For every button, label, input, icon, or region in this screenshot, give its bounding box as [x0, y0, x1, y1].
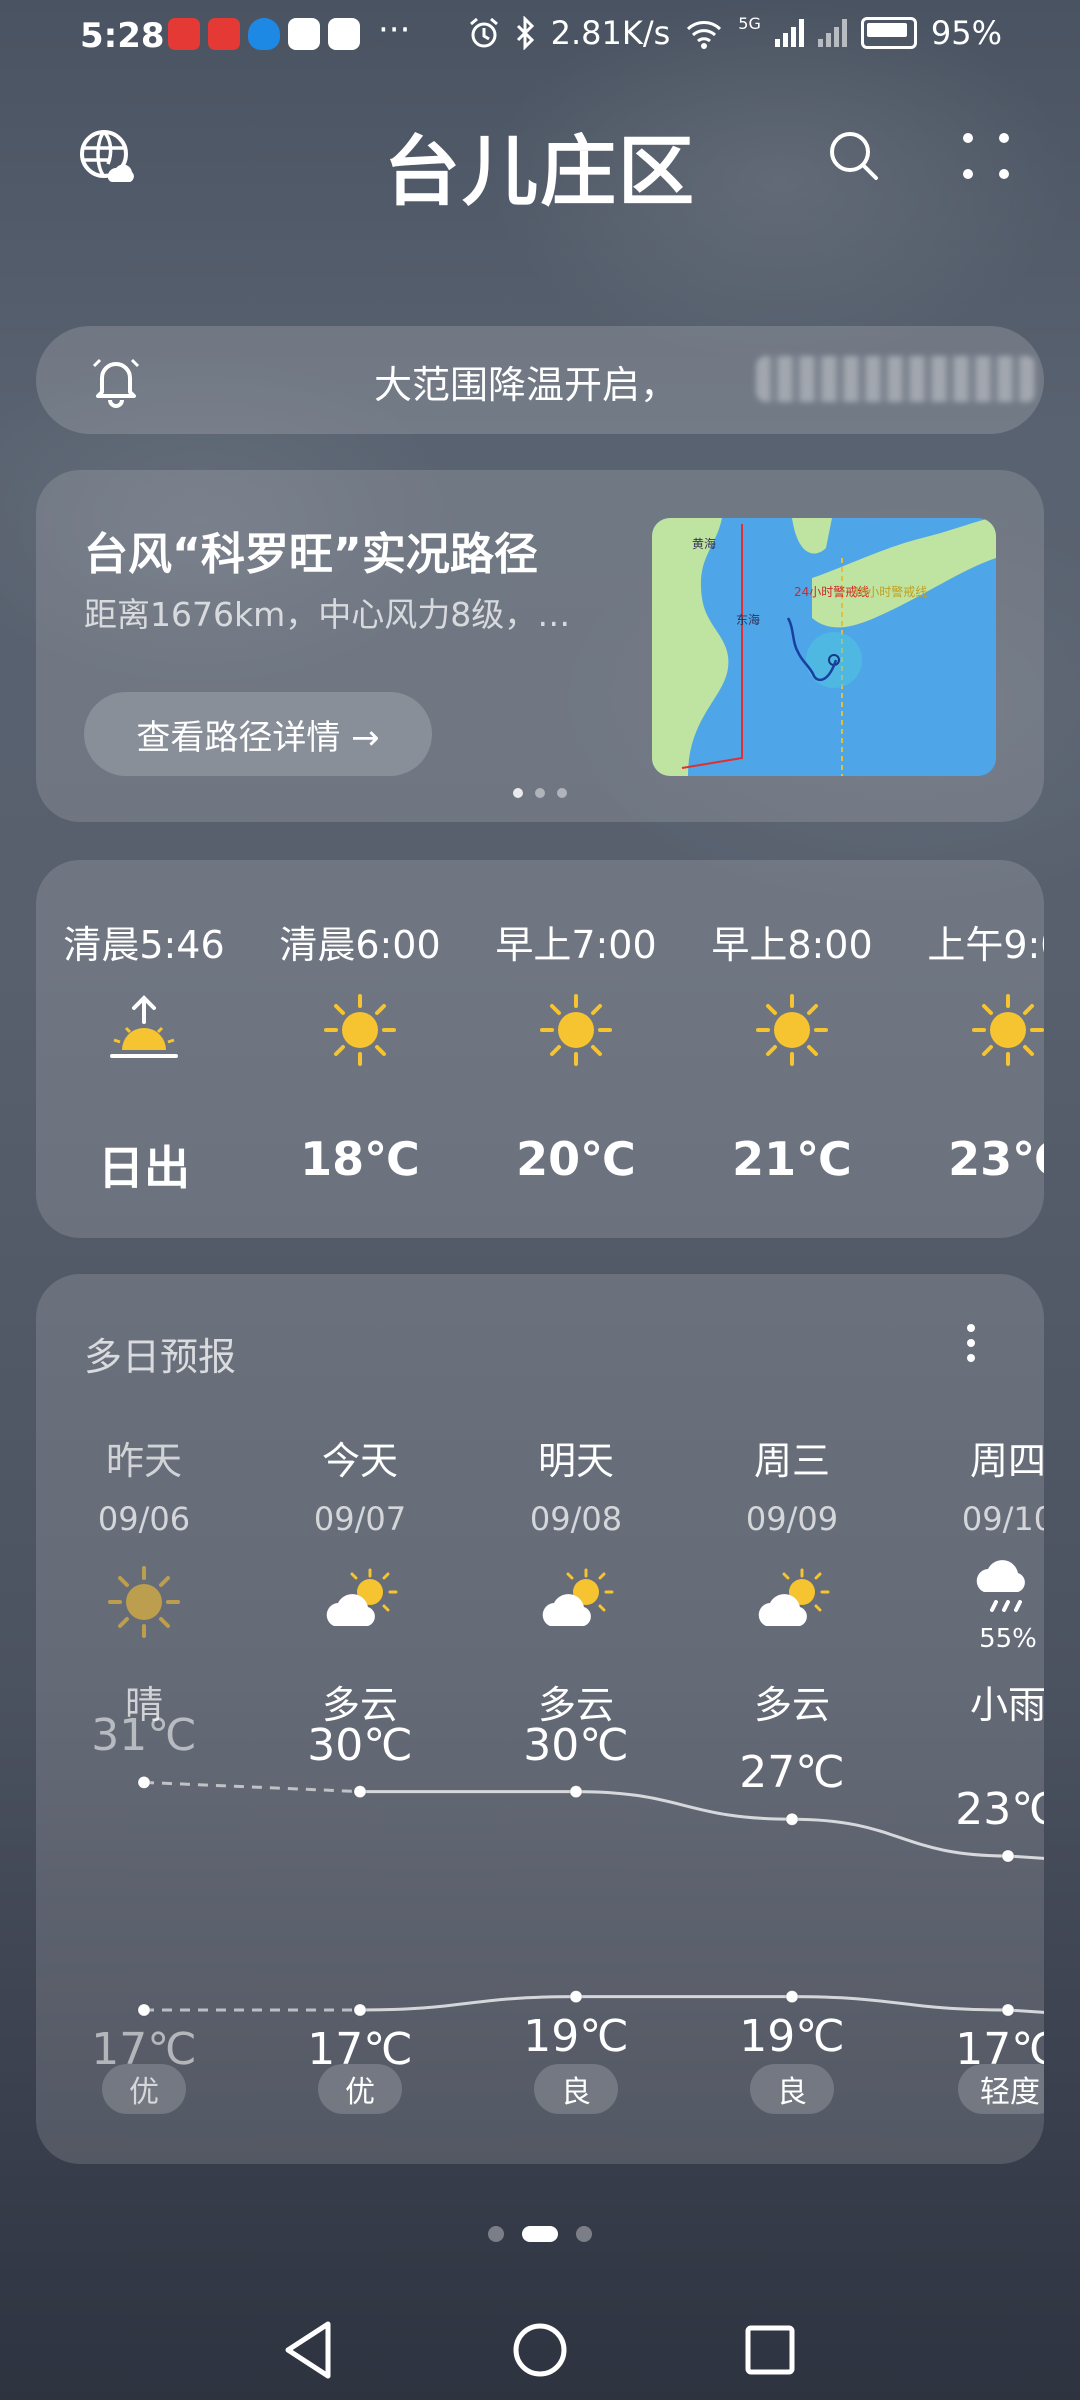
shield-icon: [248, 18, 280, 50]
huawei-store-icon: [168, 18, 200, 50]
day-name: 今天: [321, 1439, 398, 1483]
light-rain-icon: [976, 1560, 1025, 1612]
typhoon-title: 台风“科罗旺”实况路径: [84, 529, 538, 580]
day-high-temp: 30℃: [523, 1719, 629, 1771]
map-label-line48: 48小时警戒线: [852, 584, 927, 599]
hour-time: 早上7:00: [495, 923, 657, 967]
weather-alert-banner[interactable]: 大范围降温开启，: [36, 326, 1044, 434]
aqi-badge: 轻度: [958, 2064, 1044, 2114]
day-high-temp: 31℃: [91, 1710, 197, 1762]
typhoon-card[interactable]: 台风“科罗旺”实况路径 距离1676km，中心风力8级，… 查看路径详情 → 黄…: [36, 470, 1044, 822]
page-dot: [488, 2226, 504, 2242]
page-dot-active: [522, 2226, 558, 2242]
day-condition: 小雨: [969, 1683, 1044, 1727]
carousel-dot: [535, 788, 545, 798]
day-date: 09/09: [745, 1500, 839, 1538]
city-title[interactable]: 台儿庄区: [0, 110, 1080, 220]
page-dot: [576, 2226, 592, 2242]
day-name: 明天: [537, 1439, 614, 1483]
hour-temp: 日出: [98, 1141, 190, 1195]
net-speed: 2.81K/s: [550, 14, 671, 52]
signal-icon: [774, 19, 804, 47]
hour-temp: 21℃: [732, 1132, 852, 1186]
partly-cloudy-icon: [542, 1568, 614, 1626]
battery-level: 95%: [930, 14, 1002, 52]
typhoon-detail-button[interactable]: 查看路径详情 →: [84, 692, 432, 776]
status-time: 5:28: [80, 16, 165, 56]
hour-time: 上午9:00: [927, 923, 1044, 967]
header: 台儿庄区: [0, 100, 1080, 220]
day-high-temp: 23℃: [955, 1784, 1044, 1835]
partly-cloudy-icon: [326, 1568, 398, 1626]
day-date: 09/10: [961, 1500, 1044, 1538]
alert-text: 大范围降温开启，: [374, 363, 679, 407]
partly-cloudy-icon: [758, 1568, 830, 1626]
day-item[interactable]: 昨天 09/06 晴 31℃ 17℃ 优: [36, 1274, 252, 2164]
huawei-store-icon-2: [208, 18, 240, 50]
hour-time: 早上8:00: [711, 923, 873, 967]
day-item[interactable]: 周三 09/09 多云 27℃ 19℃ 良: [684, 1274, 900, 2164]
alert-scroll-fade: [756, 356, 1036, 402]
day-high-temp: 30℃: [307, 1719, 413, 1771]
day-item[interactable]: 今天 09/07 多云 30℃ 17℃ 优: [252, 1274, 468, 2164]
baidu-paw-icon-2: [328, 18, 360, 50]
day-name: 周三: [753, 1439, 830, 1483]
typhoon-subtitle: 距离1676km，中心风力8级，…: [84, 595, 571, 634]
aqi-badge: 良: [534, 2064, 618, 2114]
hourly-forecast-card[interactable]: 清晨5:46 日出 清晨6:00 18℃ 早上7:00 20℃ 早上8:00 2…: [36, 860, 1044, 1238]
battery-icon: [860, 17, 917, 49]
wifi-icon: [687, 21, 722, 49]
hour-time: 清晨6:00: [279, 923, 441, 967]
more-notifications-icon: ···: [378, 10, 411, 50]
status-right: 2.81K/s 5G 95%: [467, 14, 1002, 52]
system-nav-bar: [0, 2300, 1080, 2400]
typhoon-carousel-dots: [36, 788, 1044, 798]
day-low-temp: 19℃: [739, 2010, 845, 2062]
map-label-sea1: 黄海: [692, 536, 716, 551]
sun-icon: [972, 994, 1044, 1066]
sun-icon: [324, 994, 396, 1066]
home-circle-icon[interactable]: [500, 2310, 580, 2390]
day-low-temp: 19℃: [523, 2010, 629, 2062]
signal-icon-2: [817, 19, 847, 47]
typhoon-map[interactable]: 黄海 东海 24小时警戒线 48小时警戒线: [652, 518, 996, 776]
recents-square-icon[interactable]: [730, 2310, 810, 2390]
day-name: 昨天: [105, 1439, 182, 1483]
day-item[interactable]: 明天 09/08 多云 30℃ 19℃ 良: [468, 1274, 684, 2164]
map-label-sea2: 东海: [736, 612, 760, 627]
bluetooth-icon: [516, 16, 534, 50]
hour-time: 清晨5:46: [63, 923, 225, 967]
page-indicator: [0, 2226, 1080, 2242]
aqi-badge: 良: [750, 2064, 834, 2114]
notification-icons: [168, 18, 360, 50]
network-type: 5G: [738, 13, 761, 33]
aqi-badge: 优: [318, 2064, 402, 2114]
more-grid-icon[interactable]: [958, 128, 1014, 184]
day-date: 09/08: [529, 1500, 623, 1538]
day-date: 09/07: [313, 1500, 407, 1538]
carousel-dot: [557, 788, 567, 798]
day-item[interactable]: 周四 09/10 55% 小雨 23℃ 17℃ 轻度: [900, 1274, 1044, 2164]
search-icon[interactable]: [826, 128, 882, 184]
carousel-dot: [513, 788, 523, 798]
day-condition: 多云: [753, 1683, 830, 1727]
alarm-icon: [469, 17, 498, 48]
hour-temp: 20℃: [516, 1132, 636, 1186]
sun-icon: [108, 1566, 180, 1638]
hour-temp: 18℃: [300, 1132, 420, 1186]
baidu-paw-icon: [288, 18, 320, 50]
daily-forecast-card[interactable]: 多日预报 昨天 09/06 晴 31℃ 17℃ 优 今天 09/07 多云 30…: [36, 1274, 1044, 2164]
sun-icon: [540, 994, 612, 1066]
sun-icon: [756, 994, 828, 1066]
bell-icon: [92, 358, 140, 408]
hour-temp: 23℃: [948, 1132, 1044, 1186]
status-bar: 5:28 ··· 2.81K/s 5G 95%: [0, 0, 1080, 72]
sunrise-icon: [110, 995, 178, 1058]
aqi-badge: 优: [102, 2064, 186, 2114]
day-high-temp: 27℃: [739, 1747, 845, 1799]
back-triangle-icon[interactable]: [270, 2310, 350, 2390]
day-name: 周四: [969, 1439, 1044, 1483]
day-date: 09/06: [97, 1500, 191, 1538]
day-precip-chance: 55%: [979, 1624, 1037, 1654]
